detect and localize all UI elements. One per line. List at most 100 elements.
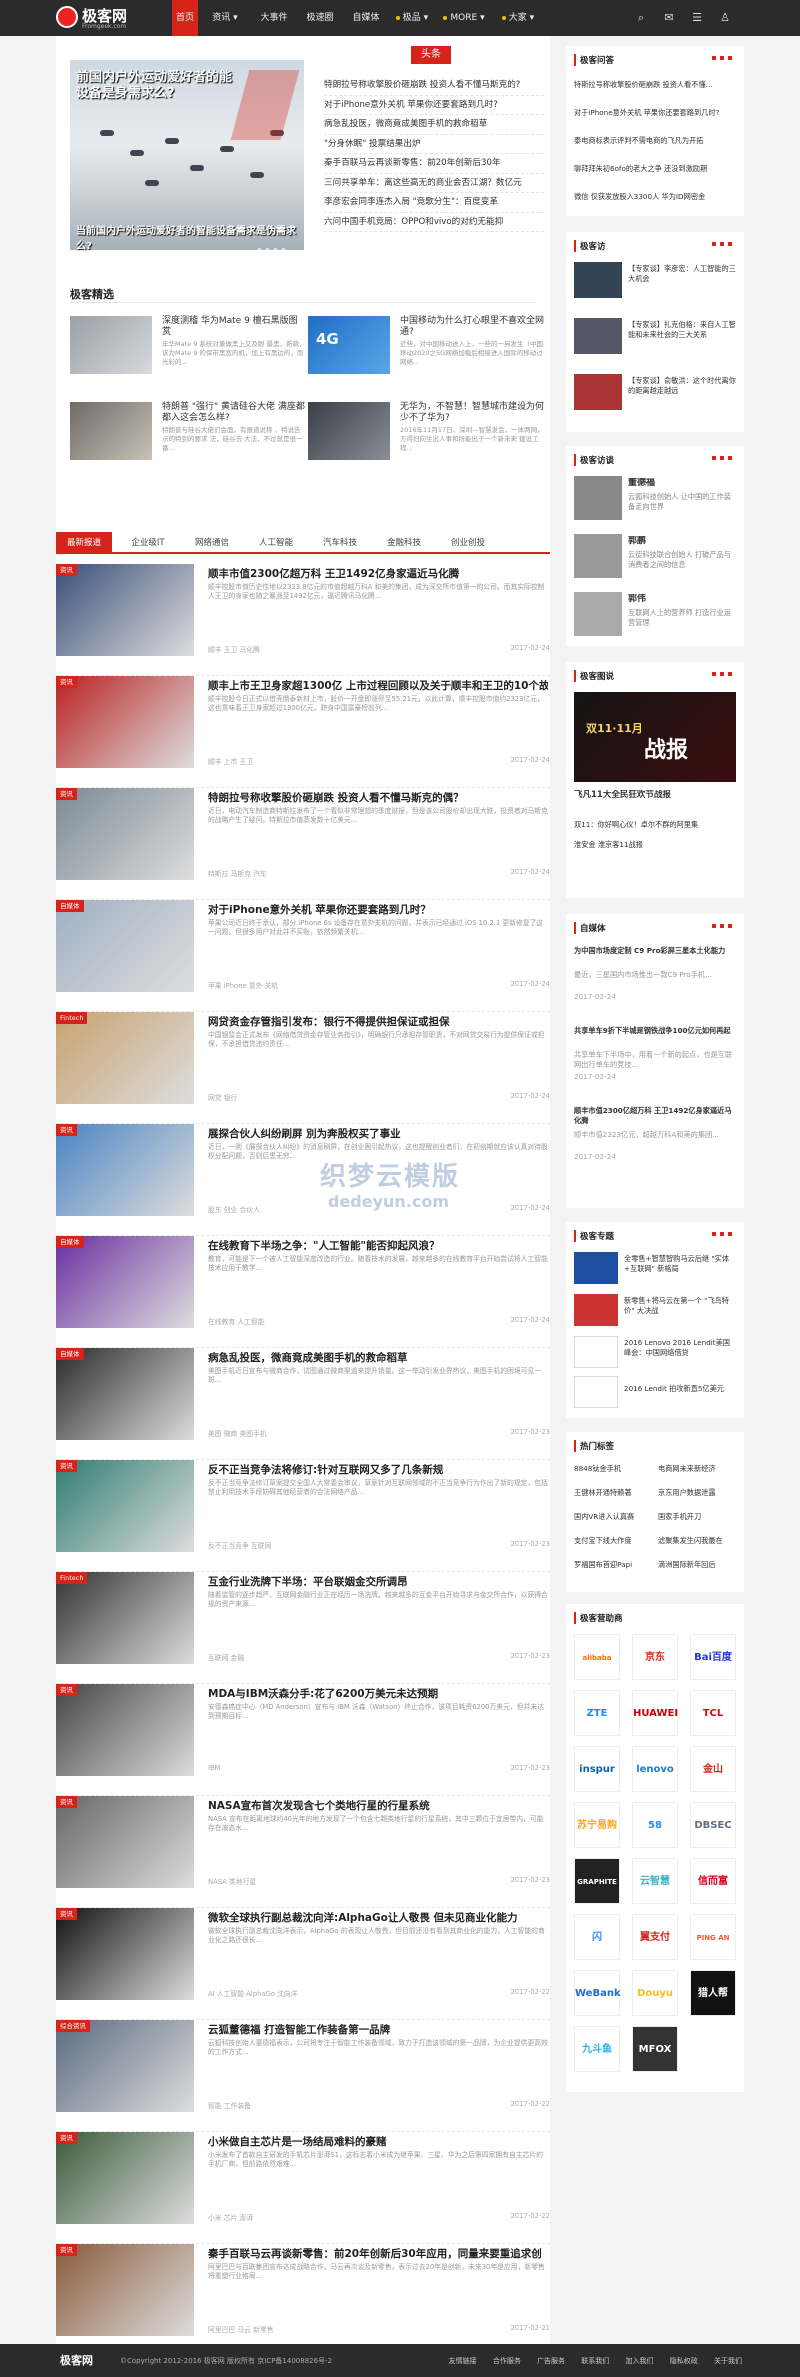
article-thumb[interactable]: 资讯 bbox=[56, 1796, 194, 1888]
partner-logo[interactable]: 翼支付 bbox=[632, 1914, 678, 1960]
interview-item-title[interactable]: 【专家谈】李彦宏：人工智能的三大机会 bbox=[628, 264, 738, 284]
article-tags[interactable]: 在线教育 人工智能 bbox=[208, 1316, 448, 1326]
article-item[interactable]: 自媒体 病急乱投医，微商竟成美图手机的救命稻草 美图手机近日宣布与微商合作，试图通过… bbox=[56, 1348, 550, 1460]
article-tags[interactable]: 小米 芯片 澎湃 bbox=[208, 2212, 448, 2222]
article-thumb[interactable]: 资讯 bbox=[56, 1460, 194, 1552]
partner-logo[interactable]: PING AN bbox=[690, 1914, 736, 1960]
sidebar-qa-item[interactable]: 特斯拉号称收擎股价砸崩跌 投资人看不懂... bbox=[574, 80, 736, 90]
partner-logo[interactable]: TCL bbox=[690, 1690, 736, 1736]
tag-link[interactable]: 滤聚集发生闪我最在 bbox=[658, 1536, 738, 1546]
article-item[interactable]: 资讯 特朗拉号称收擎股价砸崩跌 投资人看不懂马斯克的偶？ 近日，电动汽车制造商特斯拉… bbox=[56, 788, 550, 900]
pics-caption[interactable]: 飞凡11大全民狂欢节战报 bbox=[574, 790, 736, 800]
user-icon[interactable]: ♙ bbox=[716, 9, 734, 27]
headline-item[interactable]: 六问中国手机竞局：OPPO和vivo的对约无能抑 bbox=[324, 213, 544, 232]
headline-item[interactable]: 对于iPhone意外关机 苹果你还要套路到几时? bbox=[324, 96, 544, 115]
article-item[interactable]: Fintech 网贷资金存管指引发布：银行不得提供担保证或担保 中国银监会正式发布《… bbox=[56, 1012, 550, 1124]
nav-item-events[interactable]: 大事件 bbox=[254, 0, 294, 36]
article-thumb[interactable]: 资讯 bbox=[56, 564, 194, 656]
pics-list-item[interactable]: 双11：你好啊心仪！卓尔不群的阿里集 bbox=[574, 820, 736, 830]
search-icon[interactable]: ⌕ bbox=[632, 9, 650, 27]
tab-enterprise-it[interactable]: 企业级IT bbox=[120, 532, 176, 554]
partner-logo[interactable]: DBSEC bbox=[690, 1802, 736, 1848]
menu-icon[interactable]: ☰ bbox=[688, 9, 706, 27]
tab-ai[interactable]: 人工智能 bbox=[248, 532, 304, 554]
article-item[interactable]: Fintech 互金行业洗牌下半场：平台联姻金交所调昂 随着监管的逐步趋严，互联网金… bbox=[56, 1572, 550, 1684]
article-item[interactable]: 资讯 顺丰上市王卫身家超1300亿 上市过程回顾以及关于顺丰和王卫的10个故 顺丰控… bbox=[56, 676, 550, 788]
article-thumb[interactable]: 资讯 bbox=[56, 1124, 194, 1216]
nav-item-speed[interactable]: 极速圈 bbox=[300, 0, 340, 36]
person-name[interactable]: 董德福 bbox=[628, 478, 790, 488]
partner-logo[interactable]: 信而富 bbox=[690, 1858, 736, 1904]
nav-item-everyone[interactable]: 大家 ▾ bbox=[496, 0, 540, 36]
partner-logo[interactable]: inspur bbox=[574, 1746, 620, 1792]
article-tags[interactable]: 智能 工作装备 bbox=[208, 2100, 448, 2110]
partner-logo[interactable]: alibaba bbox=[574, 1634, 620, 1680]
article-item[interactable]: 资讯 秦手百联马云再谈新零售：前20年创新后30年应用，同量来要重追求创 阿里巴巴与… bbox=[56, 2244, 550, 2356]
article-thumb[interactable]: 自媒体 bbox=[56, 1348, 194, 1440]
article-tags[interactable]: AI 人工智能 AlphaGo 沈向洋 bbox=[208, 1988, 448, 1998]
hero-slider[interactable]: 前国内户外运动爱好者的能设备是身需求么? 当前国内户外运动爱好者的智能设备需求是… bbox=[70, 60, 304, 253]
sidebar-qa-item[interactable]: 对于iPhone意外关机 苹果你还要套路到几时? bbox=[574, 108, 736, 118]
article-tags[interactable]: 网贷 银行 bbox=[208, 1092, 448, 1102]
partner-logo[interactable]: HUAWEI bbox=[632, 1690, 678, 1736]
partner-logo[interactable]: 猎人帮 bbox=[690, 1970, 736, 2016]
article-title[interactable]: MDA与IBM沃森分手:花了6200万美元未达预期 bbox=[208, 1686, 548, 1701]
partner-logo[interactable]: MFOX bbox=[632, 2026, 678, 2072]
featured-item[interactable]: 深度测稽 华为Mate 9 檀石黑版图赏 年华Mate 9 系统对兼做黑上又及眼… bbox=[70, 316, 306, 388]
headline-item[interactable]: "分身休眠" 投票结果出炉 bbox=[324, 135, 544, 154]
article-tags[interactable]: 美图 微商 美图手机 bbox=[208, 1428, 448, 1438]
article-thumb[interactable]: 资讯 bbox=[56, 676, 194, 768]
article-item[interactable]: 自媒体 对于iPhone意外关机 苹果你还要套路到几时？ 苹果公司近日终于承认，部分… bbox=[56, 900, 550, 1012]
article-thumb[interactable]: 资讯 bbox=[56, 2132, 194, 2224]
tab-startup[interactable]: 创业创投 bbox=[440, 532, 496, 554]
footer-link[interactable]: 合作服务 bbox=[493, 2357, 521, 2365]
partner-logo[interactable]: ZTE bbox=[574, 1690, 620, 1736]
article-thumb[interactable]: 自媒体 bbox=[56, 900, 194, 992]
partner-logo[interactable]: 苏宁易购 bbox=[574, 1802, 620, 1848]
slider-dots[interactable] bbox=[254, 238, 294, 253]
headline-item[interactable]: 特朗拉号称收擎股价砸崩跌 投资人看不懂马斯克的? bbox=[324, 76, 544, 96]
article-item[interactable]: 资讯 MDA与IBM沃森分手:花了6200万美元未达预期 安德森癌症中心（MD An… bbox=[56, 1684, 550, 1796]
tab-auto-tech[interactable]: 汽车科技 bbox=[312, 532, 368, 554]
sidebar-qa-item[interactable]: 泰电商标表示评判不需电商的飞凡为开拓 bbox=[574, 136, 736, 146]
tag-link[interactable]: 王健林开通特赖著 bbox=[574, 1488, 654, 1498]
article-title[interactable]: 小米做自主芯片是一场结局难料的豪赌 bbox=[208, 2134, 548, 2149]
article-item[interactable]: 自媒体 在线教育下半场之争："人工智能"能否抑起风浪？ 教育，可能是下一个被人工智能… bbox=[56, 1236, 550, 1348]
tag-link[interactable]: 罗福国布首迎Papi bbox=[574, 1560, 654, 1570]
sidebar-qa-item[interactable]: 微信 仅获发放股入3300人 华为ID网密金 bbox=[574, 192, 736, 202]
tab-network[interactable]: 网络通信 bbox=[184, 532, 240, 554]
partner-logo[interactable]: WeBank bbox=[574, 1970, 621, 2016]
article-thumb[interactable]: Fintech bbox=[56, 1012, 194, 1104]
article-title[interactable]: NASA宣布首次发现含七个类地行星的行星系统 bbox=[208, 1798, 548, 1813]
article-tags[interactable]: NASA 类地行星 bbox=[208, 1876, 448, 1886]
article-title[interactable]: 云狐董德福 打造智能工作装备第一品牌 bbox=[208, 2022, 548, 2037]
partner-logo[interactable]: 京东 bbox=[632, 1634, 678, 1680]
featured-item[interactable]: 4G 中国移动为什么打心眼里不喜欢全网通? 近些，对中国移动进入上，一些的一另发… bbox=[308, 316, 544, 388]
article-thumb[interactable]: 资讯 bbox=[56, 2244, 194, 2336]
headline-item[interactable]: 秦手百联马云再谈新零售：前20年创新后30年 bbox=[324, 154, 544, 174]
partner-logo[interactable]: Douyu bbox=[632, 1970, 678, 2016]
interview-item-title[interactable]: 【专家谈】俞敏洪：这个时代离你的距离越走越远 bbox=[628, 376, 738, 396]
article-tags[interactable]: 顺丰 上市 王卫 bbox=[208, 756, 448, 766]
more-dots-icon[interactable] bbox=[712, 1232, 736, 1236]
article-title[interactable]: 顺丰市值2300亿超万科 王卫1492亿身家逼近马化腾 bbox=[208, 566, 548, 581]
article-thumb[interactable]: 资讯 bbox=[56, 1684, 194, 1776]
tab-latest[interactable]: 最新报道 bbox=[56, 532, 112, 554]
interview-item-title[interactable]: 【专家谈】扎克伯格：来自人工智能和未来社会的三大关系 bbox=[628, 320, 738, 340]
footer-link[interactable]: 加入我们 bbox=[626, 2357, 654, 2365]
article-thumb[interactable]: Fintech bbox=[56, 1572, 194, 1664]
article-tags[interactable]: 顺丰 王卫 马化腾 bbox=[208, 644, 448, 654]
topic-title[interactable]: 新零售+将马云在第一个 "飞鸟特价" 大决战 bbox=[624, 1296, 736, 1316]
footer-link[interactable]: 友情链接 bbox=[449, 2357, 477, 2365]
media-item-title[interactable]: 为中国市场度定制 C9 Pro彩屏三星本土化能力 bbox=[574, 946, 736, 956]
article-title[interactable]: 对于iPhone意外关机 苹果你还要套路到几时？ bbox=[208, 902, 548, 917]
tab-fintech[interactable]: 金融科技 bbox=[376, 532, 432, 554]
partner-logo[interactable]: 云智慧 bbox=[632, 1858, 678, 1904]
topic-title[interactable]: 全零售+智慧智购马云后继 "实体+互联网" 新格局 bbox=[624, 1254, 736, 1274]
footer-link[interactable]: 关于我们 bbox=[714, 2357, 742, 2365]
footer-link[interactable]: 联系我们 bbox=[581, 2357, 609, 2365]
wechat-icon[interactable]: ✉ bbox=[660, 9, 678, 27]
nav-item-products[interactable]: 极品 ▾ bbox=[392, 0, 432, 36]
article-thumb[interactable]: 资讯 bbox=[56, 788, 194, 880]
media-item-title[interactable]: 共享单车9折下半城是钢铁战争100亿元如何再起 bbox=[574, 1026, 736, 1036]
